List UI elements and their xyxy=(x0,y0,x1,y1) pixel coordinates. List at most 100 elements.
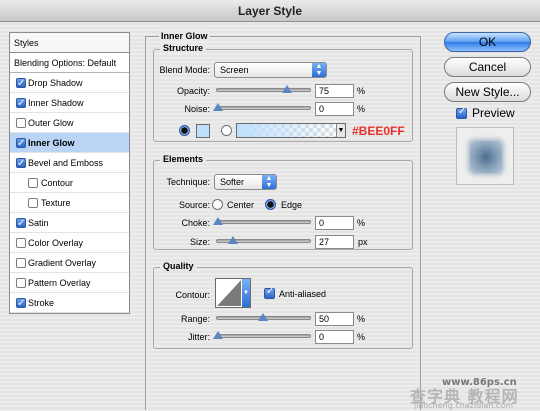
noise-unit: % xyxy=(357,104,366,114)
style-item-bevel-and-emboss[interactable]: Bevel and Emboss xyxy=(10,153,129,174)
contour-picker[interactable]: ▼ xyxy=(215,278,251,308)
jitter-input[interactable]: 0 xyxy=(315,330,354,344)
style-item-stroke[interactable]: Stroke xyxy=(10,293,129,314)
inner-glow-title: Inner Glow xyxy=(159,31,210,41)
source-edge-radio[interactable] xyxy=(265,199,276,210)
style-checkbox[interactable] xyxy=(16,118,26,128)
opacity-label: Opacity: xyxy=(176,86,210,96)
quality-title: Quality xyxy=(160,261,197,271)
style-item-inner-shadow[interactable]: Inner Shadow xyxy=(10,93,129,114)
style-item-gradient-overlay[interactable]: Gradient Overlay xyxy=(10,253,129,273)
style-item-label: Texture xyxy=(41,198,71,208)
inner-glow-panel: Inner Glow Structure Blend Mode: Screen … xyxy=(145,30,422,410)
style-checkbox[interactable] xyxy=(16,278,26,288)
noise-slider[interactable] xyxy=(216,106,311,110)
style-item-outer-glow[interactable]: Outer Glow xyxy=(10,113,129,133)
choke-slider[interactable] xyxy=(216,220,311,224)
choke-input[interactable]: 0 xyxy=(315,216,354,230)
opacity-unit: % xyxy=(357,86,366,96)
color-radio[interactable] xyxy=(179,125,190,136)
technique-dropdown[interactable]: Softer ▲ ▼ xyxy=(214,174,277,190)
style-item-label: Inner Shadow xyxy=(28,98,84,108)
preview-checkbox[interactable] xyxy=(456,106,467,119)
blend-mode-dropdown[interactable]: Screen ▲ ▼ xyxy=(214,62,327,78)
blending-options-item[interactable]: Blending Options: Default xyxy=(10,53,129,73)
style-item-label: Satin xyxy=(28,218,49,228)
range-input[interactable]: 50 xyxy=(315,312,354,326)
anti-aliased-label: Anti-aliased xyxy=(279,289,327,299)
gradient-radio[interactable] xyxy=(221,125,232,136)
choke-label: Choke: xyxy=(181,218,210,228)
jitter-unit: % xyxy=(357,332,366,342)
source-center-radio[interactable] xyxy=(212,199,223,210)
anti-aliased-checkbox[interactable] xyxy=(264,286,275,299)
cancel-button[interactable]: Cancel xyxy=(444,57,531,77)
style-item-label: Contour xyxy=(41,178,74,188)
style-item-label: Color Overlay xyxy=(28,238,84,248)
technique-label: Technique: xyxy=(166,177,210,187)
style-checkbox[interactable] xyxy=(16,214,26,234)
ok-button[interactable]: OK xyxy=(444,32,531,52)
new-style-button[interactable]: New Style... xyxy=(444,82,531,102)
glow-color-swatch[interactable] xyxy=(196,124,210,138)
structure-title: Structure xyxy=(160,43,207,53)
style-item-contour[interactable]: Contour xyxy=(10,173,129,193)
color-annotation: #BEE0FF xyxy=(352,124,405,138)
elements-title: Elements xyxy=(160,154,207,164)
style-item-satin[interactable]: Satin xyxy=(10,213,129,234)
style-checkbox[interactable] xyxy=(28,178,38,188)
range-unit: % xyxy=(357,314,366,324)
technique-value: Softer xyxy=(220,177,245,187)
style-item-drop-shadow[interactable]: Drop Shadow xyxy=(10,73,129,94)
jitter-slider-thumb[interactable] xyxy=(213,331,223,339)
style-item-color-overlay[interactable]: Color Overlay xyxy=(10,233,129,253)
jitter-slider[interactable] xyxy=(216,334,311,338)
style-item-label: Stroke xyxy=(28,298,55,308)
preview-thumbnail xyxy=(470,141,502,173)
source-center-label: Center xyxy=(227,200,255,210)
contour-label: Contour: xyxy=(175,290,210,300)
style-checkbox[interactable] xyxy=(16,154,26,174)
opacity-slider[interactable] xyxy=(216,88,311,92)
style-item-label: Drop Shadow xyxy=(28,78,83,88)
style-item-inner-glow[interactable]: Inner Glow xyxy=(10,133,129,154)
choke-slider-thumb[interactable] xyxy=(213,217,223,225)
size-label: Size: xyxy=(189,237,210,247)
dropdown-arrow-icon: ▼ xyxy=(336,124,345,137)
source-label: Source: xyxy=(178,200,210,210)
style-checkbox[interactable] xyxy=(16,134,26,154)
opacity-slider-thumb[interactable] xyxy=(282,85,292,93)
choke-unit: % xyxy=(357,218,366,228)
watermark-domain: jiaocheng.chazidian.com xyxy=(414,401,514,410)
source-edge-label: Edge xyxy=(281,200,303,210)
style-item-texture[interactable]: Texture xyxy=(10,193,129,213)
opacity-input[interactable]: 75 xyxy=(315,84,354,98)
updown-arrow-icon: ▲ ▼ xyxy=(262,175,276,189)
jitter-label: Jitter: xyxy=(187,332,210,342)
dropdown-arrow-icon: ▼ xyxy=(242,279,250,307)
style-item-label: Gradient Overlay xyxy=(28,258,97,268)
range-label: Range: xyxy=(180,314,210,324)
glow-gradient-picker[interactable]: ▼ xyxy=(236,123,346,138)
style-checkbox[interactable] xyxy=(16,74,26,94)
style-checkbox[interactable] xyxy=(28,198,38,208)
noise-input[interactable]: 0 xyxy=(315,102,354,116)
styles-header[interactable]: Styles xyxy=(10,33,129,53)
size-input[interactable]: 27 xyxy=(315,235,354,249)
style-checkbox[interactable] xyxy=(16,238,26,248)
style-item-pattern-overlay[interactable]: Pattern Overlay xyxy=(10,273,129,293)
size-slider-thumb[interactable] xyxy=(228,236,238,244)
blend-mode-label: Blend Mode: xyxy=(159,65,210,75)
updown-arrow-icon: ▲ ▼ xyxy=(312,63,326,77)
range-slider-thumb[interactable] xyxy=(258,313,268,321)
style-checkbox[interactable] xyxy=(16,258,26,268)
preview-label: Preview xyxy=(472,106,515,120)
style-item-label: Inner Glow xyxy=(28,138,75,148)
noise-slider-thumb[interactable] xyxy=(213,103,223,111)
blend-mode-value: Screen xyxy=(220,65,249,75)
style-checkbox[interactable] xyxy=(16,294,26,314)
size-unit: px xyxy=(358,237,368,247)
style-checkbox[interactable] xyxy=(16,94,26,114)
styles-list: Styles Blending Options: Default Drop Sh… xyxy=(9,32,130,314)
contour-curve-icon xyxy=(217,280,241,306)
